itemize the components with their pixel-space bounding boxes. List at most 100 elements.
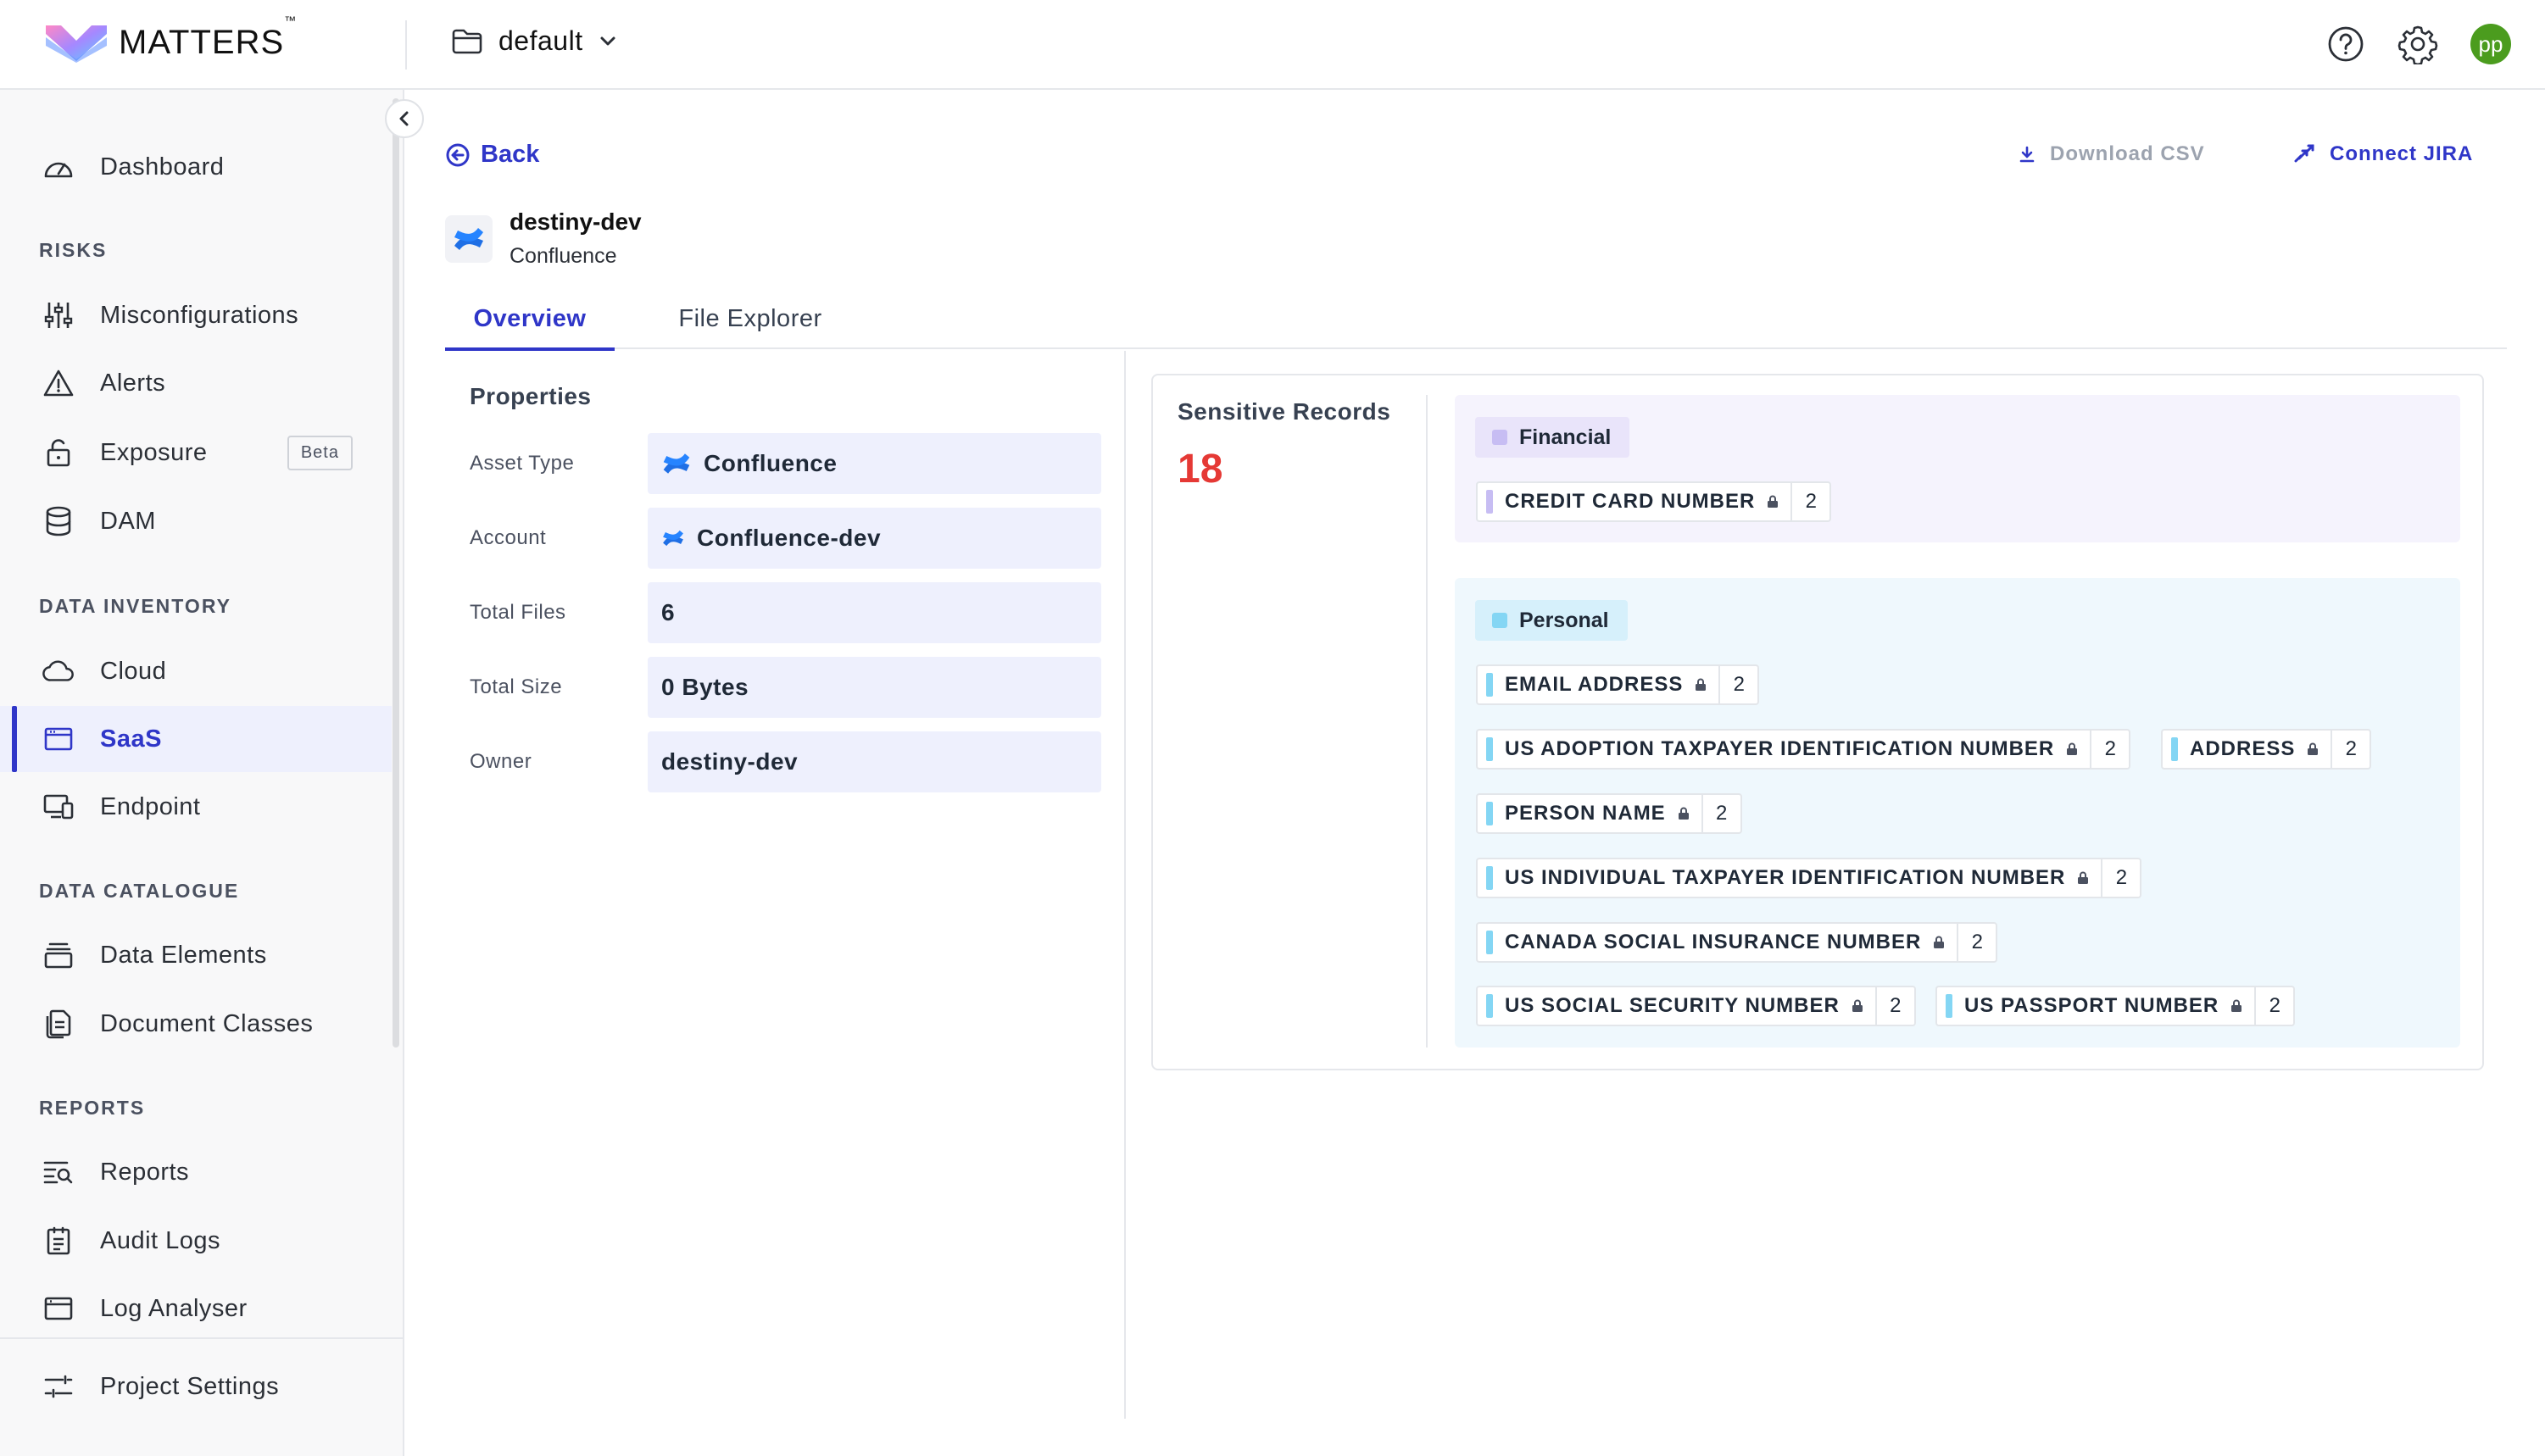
sidebar-item-cloud[interactable]: Cloud (0, 638, 392, 704)
sidebar-item-exposure[interactable]: Exposure Beta (0, 420, 392, 486)
data-element-chip[interactable]: CANADA SOCIAL INSURANCE NUMBER 2 (1476, 922, 1998, 963)
header-divider (405, 20, 407, 69)
property-label: Total Size (470, 675, 563, 698)
sidebar-item-label: Misconfigurations (100, 301, 299, 329)
sidebar-item-label: DAM (100, 507, 156, 535)
property-value: Confluence (648, 433, 1101, 494)
search-list-icon (42, 1156, 75, 1188)
arrow-left-circle-icon (446, 143, 470, 166)
sidebar-item-label: Document Classes (100, 1009, 314, 1037)
gear-icon[interactable] (2397, 24, 2438, 64)
sidebar-item-label: Cloud (100, 657, 167, 685)
properties-title: Properties (470, 383, 592, 409)
section-label-data-inventory: DATA INVENTORY (39, 595, 231, 617)
sidebar-item-dashboard[interactable]: Dashboard (0, 134, 392, 200)
sidebar-item-label: Log Analyser (100, 1294, 248, 1322)
property-value: Confluence-dev (648, 508, 1101, 569)
sidebar-item-label: Exposure (100, 438, 208, 466)
lock-icon (1852, 987, 1875, 1025)
asset-type: Confluence (510, 244, 617, 268)
data-element-chip[interactable]: PERSON NAME 2 (1476, 793, 1742, 834)
category-color-swatch (1492, 430, 1507, 445)
chevron-left-icon (399, 111, 409, 126)
category-color-swatch (1492, 613, 1507, 628)
sidebar-collapse-button[interactable] (385, 99, 424, 138)
sliders-icon (42, 299, 75, 331)
back-button[interactable]: Back (445, 141, 539, 169)
sidebar-item-label: Alerts (100, 369, 166, 397)
data-element-chip[interactable]: US INDIVIDUAL TAXPAYER IDENTIFICATION NU… (1476, 858, 2142, 898)
help-icon[interactable] (2326, 25, 2365, 64)
tab-overview[interactable]: Overview (445, 288, 615, 351)
project-selector[interactable]: default (451, 25, 617, 57)
connect-jira-button[interactable]: Connect JIRA (2294, 142, 2473, 166)
settings-sliders-icon (42, 1370, 75, 1403)
lock-icon (1695, 666, 1718, 703)
lock-icon (2307, 731, 2331, 768)
section-label-reports: REPORTS (39, 1097, 146, 1119)
asset-name: destiny-dev (510, 208, 642, 235)
clipboard-icon (42, 1225, 75, 1257)
property-label: Asset Type (470, 452, 575, 475)
download-csv-label: Download CSV (2050, 142, 2205, 165)
asset-tabs: Overview File Explorer (445, 288, 2507, 351)
asset-header: destiny-dev Confluence (445, 208, 642, 269)
lock-icon (2230, 987, 2254, 1025)
lock-icon (1678, 795, 1701, 832)
sidebar-item-endpoint[interactable]: Endpoint (0, 774, 392, 840)
data-element-chip[interactable]: US PASSPORT NUMBER 2 (1935, 986, 2296, 1026)
sidebar-item-log-analyser[interactable]: Log Analyser (0, 1275, 392, 1342)
logo-text: MATTERS (119, 23, 285, 61)
lock-icon (1933, 924, 1957, 961)
sidebar-item-dam[interactable]: DAM (0, 488, 392, 554)
sidebar-item-audit-logs[interactable]: Audit Logs (0, 1208, 392, 1274)
sidebar-item-label: SaaS (100, 725, 162, 753)
property-row-total-files: Total Files 6 (470, 582, 1101, 643)
stack-icon (42, 939, 75, 971)
sidebar-item-data-elements[interactable]: Data Elements (0, 922, 392, 988)
matters-logo[interactable]: MATTERS™ (44, 14, 297, 63)
sidebar-item-label: Audit Logs (100, 1226, 221, 1254)
sidebar-item-label: Dashboard (100, 153, 225, 181)
sidebar-item-label: Reports (100, 1158, 190, 1186)
sidebar-scrollbar[interactable] (393, 98, 399, 1048)
sensitive-records-count: 18 (1178, 447, 1223, 492)
sidebar-item-label: Project Settings (100, 1372, 280, 1400)
property-row-owner: Owner destiny-dev (470, 731, 1101, 792)
property-row-account: Account Confluence-dev (470, 508, 1101, 569)
terminal-window-icon (42, 1292, 75, 1325)
property-value: 0 Bytes (648, 657, 1101, 718)
section-label-data-catalogue: DATA CATALOGUE (39, 880, 240, 902)
sidebar-item-label: Data Elements (100, 941, 267, 969)
data-element-chip[interactable]: US SOCIAL SECURITY NUMBER 2 (1476, 986, 1916, 1026)
user-avatar[interactable]: pp (2470, 24, 2511, 64)
sidebar-item-document-classes[interactable]: Document Classes (0, 991, 392, 1057)
unlock-icon (42, 436, 75, 469)
beta-badge: Beta (287, 435, 353, 470)
property-value: 6 (648, 582, 1101, 643)
connect-jira-label: Connect JIRA (2330, 142, 2474, 165)
download-csv-button[interactable]: Download CSV (2019, 142, 2205, 166)
property-value-text: Confluence-dev (697, 525, 882, 551)
personal-category-badge: Personal (1475, 600, 1628, 641)
category-label: Financial (1519, 425, 1612, 449)
sidebar-item-reports[interactable]: Reports (0, 1139, 392, 1205)
tab-file-explorer[interactable]: File Explorer (649, 288, 852, 349)
confluence-icon (663, 453, 690, 474)
jira-icon (2294, 144, 2314, 163)
data-element-chip[interactable]: ADDRESS 2 (2161, 729, 2372, 770)
devices-icon (42, 791, 75, 823)
sidebar-item-saas[interactable]: SaaS (0, 706, 392, 772)
sidebar-item-misconfigurations[interactable]: Misconfigurations (0, 282, 392, 348)
matters-logo-icon (46, 25, 107, 63)
property-label: Account (470, 526, 547, 549)
sidebar: Dashboard RISKS Misconfigurations Alerts… (0, 90, 404, 1456)
data-element-chip[interactable]: CREDIT CARD NUMBER 2 (1476, 481, 1832, 522)
property-value-text: Confluence (704, 450, 838, 476)
sidebar-item-alerts[interactable]: Alerts (0, 350, 392, 416)
folder-icon (452, 29, 482, 53)
sidebar-item-project-settings[interactable]: Project Settings (0, 1353, 392, 1420)
confluence-icon (445, 214, 493, 263)
data-element-chip[interactable]: US ADOPTION TAXPAYER IDENTIFICATION NUMB… (1476, 729, 2131, 770)
data-element-chip[interactable]: EMAIL ADDRESS 2 (1476, 664, 1760, 705)
